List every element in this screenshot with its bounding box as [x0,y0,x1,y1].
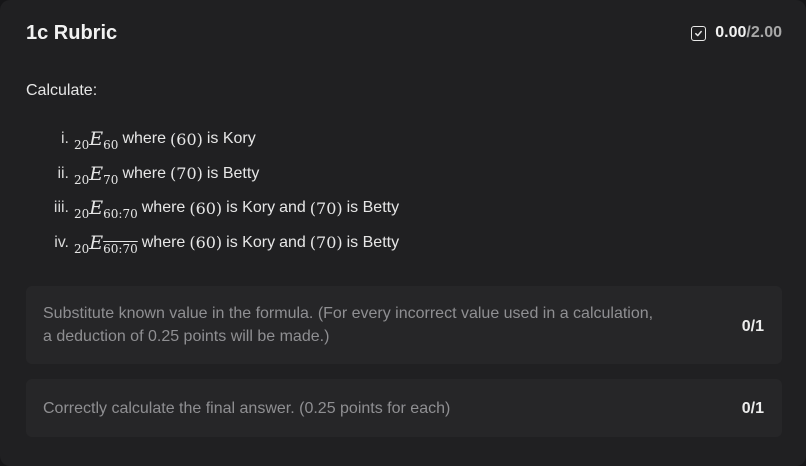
formula: 20E60 [74,128,119,153]
rubric-card: 1c Rubric 0.00/2.00 Calculate: i. 20E60 … [0,0,806,466]
item-arg: (70) [309,198,343,218]
criterion-points: 0/1 [741,318,764,335]
rubric-criterion[interactable]: Substitute known value in the formula. (… [26,286,782,364]
item-desc: is Betty [346,233,400,251]
score-total: /2.00 [746,24,782,41]
rubric-score: 0.00/2.00 [691,24,782,42]
item-arg: (70) [170,164,203,184]
item-where: where [122,130,167,148]
item-where: where [141,199,186,217]
item-desc: is Kory [206,130,256,148]
item-where: where [141,233,186,251]
formula-subscript: 70 [103,172,119,187]
formula-prefix: 20 [74,241,90,256]
item-arg: (60) [189,198,223,218]
score-earned: 0.00 [715,24,747,41]
question-item: i. 20E60 where (60) is Kory [26,122,586,157]
checkbox-icon [691,25,707,41]
criterion-text: Substitute known value in the formula. (… [43,302,653,348]
formula: 20E60:70 [74,231,138,256]
formula-letter: E [89,128,104,151]
item-desc: is Betty [206,164,260,182]
formula-subscript: 60:70 [103,241,138,256]
formula: 20E60:70 [74,197,138,222]
item-number: ii. [57,164,69,182]
formula-prefix: 20 [74,207,90,222]
criterion-points: 0/1 [741,400,764,417]
item-arg: (60) [189,233,223,253]
question-intro: Calculate: [26,82,98,99]
formula: 20E70 [74,162,119,187]
question-item: ii. 20E70 where (70) is Betty [26,157,586,192]
criterion-line: Substitute known value in the formula. (… [43,305,654,322]
formula-letter: E [89,197,104,220]
item-number: iii. [53,199,69,217]
rubric-title: 1c Rubric [26,22,118,44]
item-number: i. [61,130,69,148]
item-and: and [279,233,306,251]
question-items: i. 20E60 where (60) is Kory ii. 20E70 wh… [26,122,586,260]
criterion-text: Correctly calculate the final answer. (0… [43,400,451,417]
formula-subscript: 60:70 [103,207,138,222]
item-arg: (70) [309,233,343,253]
question-item: iii. 20E60:70 where (60) is Kory and (70… [26,191,586,226]
item-number: iv. [54,233,69,251]
formula-letter: E [89,231,104,254]
item-and: and [279,199,306,217]
item-desc: is Betty [346,199,400,217]
rubric-criterion[interactable]: Correctly calculate the final answer. (0… [26,379,782,437]
item-arg: (60) [170,129,203,149]
formula-letter: E [89,162,104,185]
question-item: iv. 20E60:70 where (60) is Kory and (70)… [26,226,586,261]
formula-prefix: 20 [74,172,90,187]
item-desc: is Kory [226,199,276,217]
formula-subscript: 60 [103,138,119,153]
criterion-line: a deduction of 0.25 points will be made.… [43,328,330,345]
item-where: where [122,164,167,182]
formula-prefix: 20 [74,138,90,153]
item-desc: is Kory [226,233,276,251]
